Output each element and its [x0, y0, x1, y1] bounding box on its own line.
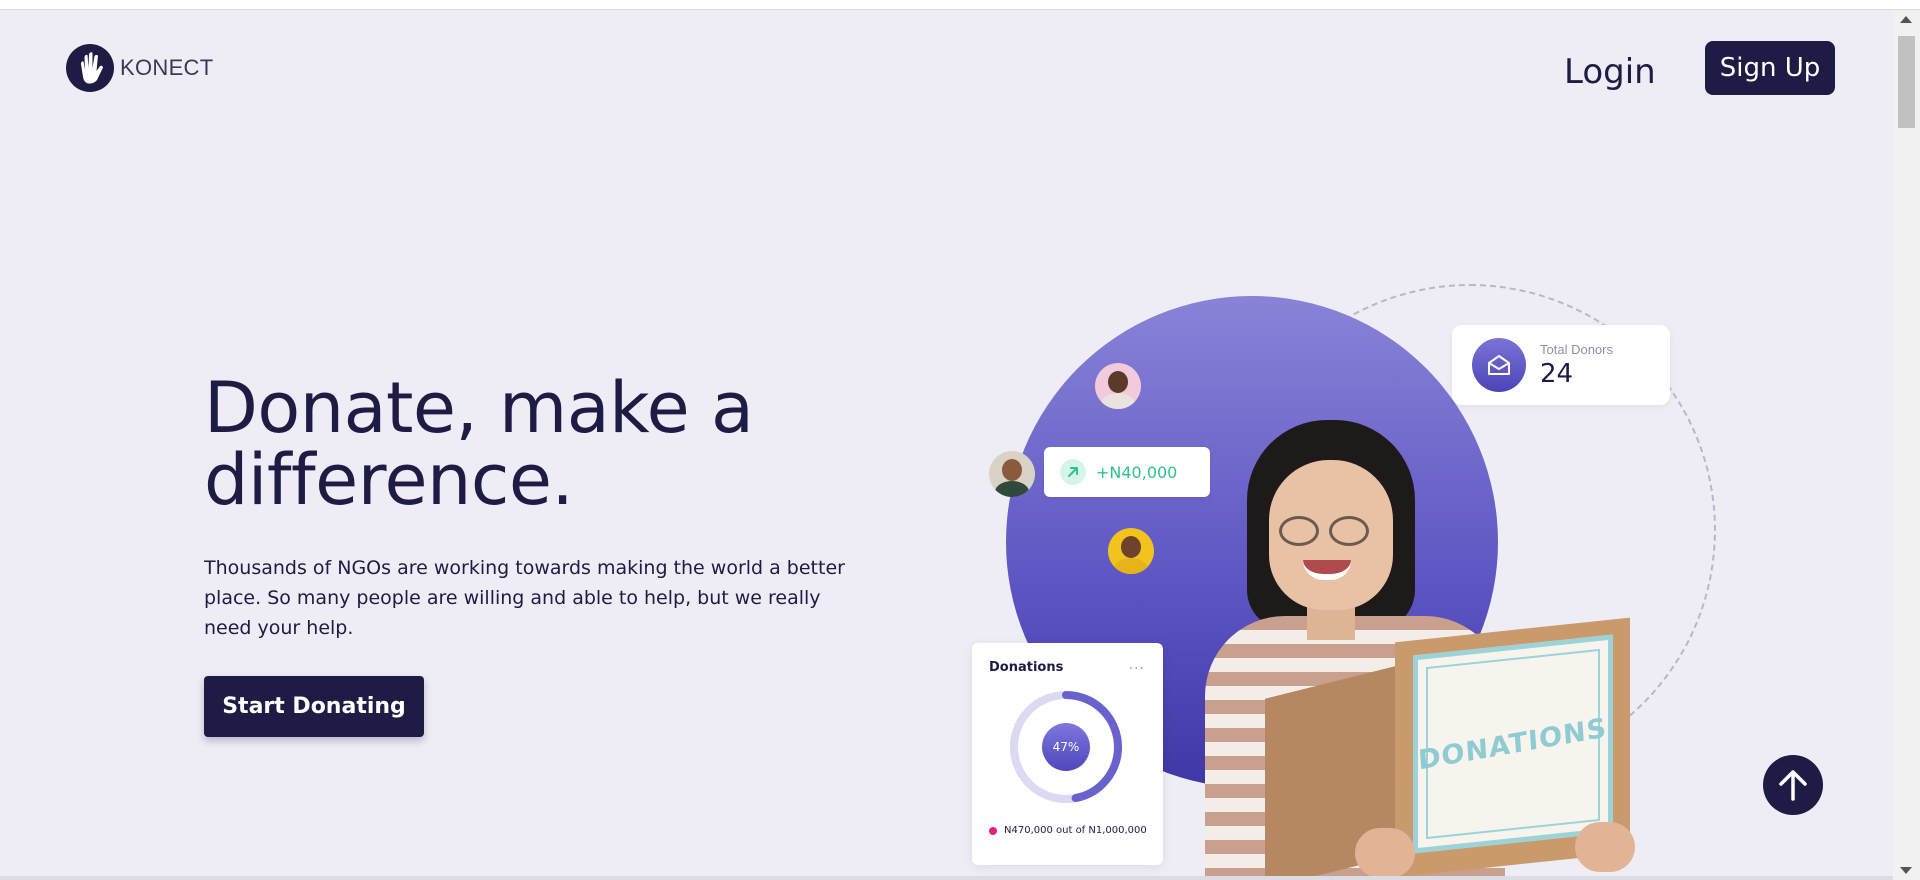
donor-avatar	[1095, 363, 1141, 409]
donations-progress-ring: 47%	[1007, 688, 1125, 806]
hero-description: Thousands of NGOs are working towards ma…	[204, 557, 845, 639]
scroll-up-icon[interactable]	[1900, 16, 1912, 23]
scroll-thumb[interactable]	[1898, 36, 1915, 128]
donations-card-title: Donations	[989, 660, 1064, 675]
sign-up-button[interactable]: Sign Up	[1705, 41, 1835, 95]
progress-percent: 47%	[1042, 723, 1090, 771]
total-donors-card: Total Donors 24	[1452, 325, 1670, 405]
amount-value: +N40,000	[1096, 462, 1178, 482]
donor-avatar	[1108, 528, 1154, 574]
login-link[interactable]: Login	[1564, 52, 1656, 92]
donations-box-label: DONATIONS	[1413, 634, 1613, 854]
legend-text: N470,000 out of N1,000,000	[1004, 825, 1147, 836]
total-donors-value: 24	[1540, 358, 1574, 389]
total-donors-label: Total Donors	[1540, 341, 1613, 357]
volunteer-photo: DONATIONS	[1205, 420, 1645, 878]
arrow-up-right-icon	[1060, 459, 1086, 485]
hand-icon	[66, 44, 114, 92]
browser-top-edge	[0, 0, 1920, 10]
page-bottom-edge	[0, 876, 1893, 880]
scroll-down-icon[interactable]	[1900, 867, 1912, 874]
page-viewport: KONECT Login Sign Up Donate, make a diff…	[0, 10, 1893, 878]
back-to-top-button[interactable]	[1763, 755, 1823, 815]
brand-name: KONECT	[120, 55, 214, 80]
more-options-icon: ···	[1128, 661, 1145, 677]
start-donating-button[interactable]: Start Donating	[204, 676, 424, 737]
envelope-open-icon	[1472, 338, 1526, 392]
donations-card: Donations ··· 47% N470,000 out of N1,000…	[972, 643, 1163, 865]
brand-logo[interactable]: KONECT	[66, 44, 213, 92]
amount-badge: +N40,000	[1044, 447, 1210, 497]
vertical-scrollbar[interactable]	[1893, 10, 1920, 880]
hero-title: Donate, make a difference.	[204, 367, 754, 521]
arrow-up-icon	[1779, 770, 1807, 801]
legend-dot	[989, 826, 997, 835]
donor-avatar	[989, 451, 1035, 497]
donations-legend: N470,000 out of N1,000,000	[989, 825, 1147, 836]
